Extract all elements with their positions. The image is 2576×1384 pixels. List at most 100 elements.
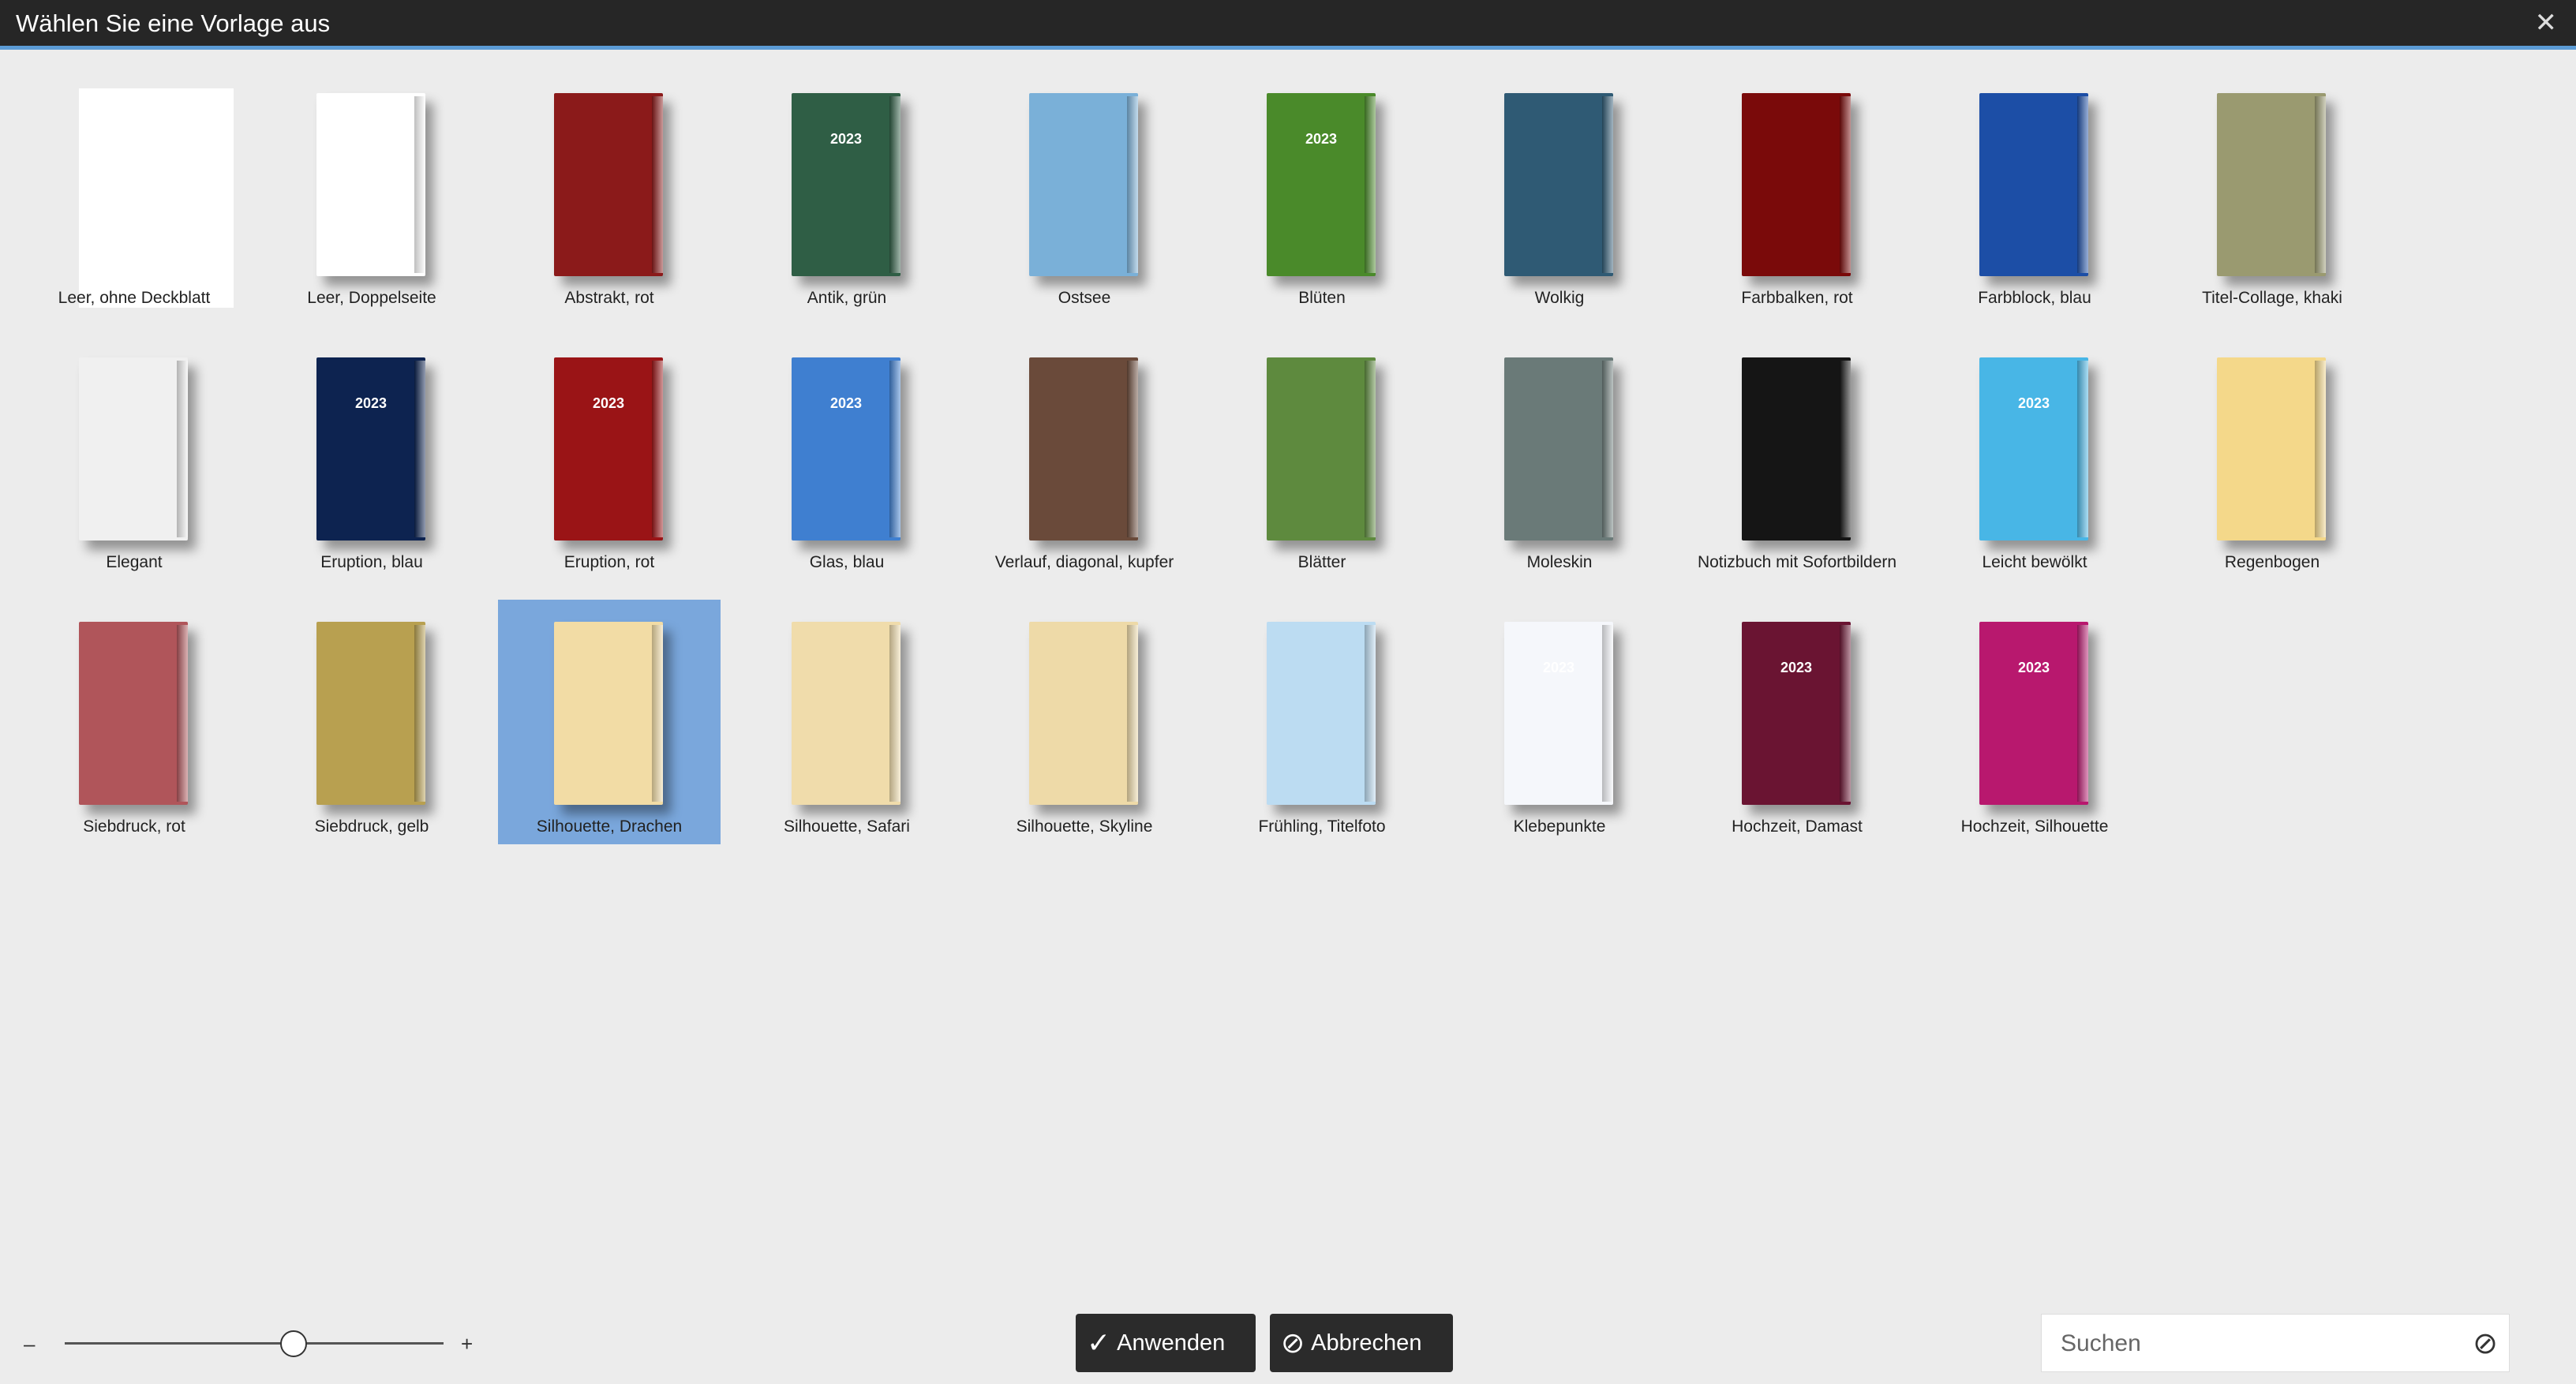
template-cover-image xyxy=(1029,357,1138,541)
template-cover-image xyxy=(1504,93,1613,276)
template-label: Silhouette, Skyline xyxy=(1016,817,1153,836)
template-label: Elegant xyxy=(106,553,163,571)
cover-year-text: 2023 xyxy=(354,395,388,411)
clear-search-icon[interactable]: ⊘ xyxy=(2473,1326,2498,1361)
template-cover-image xyxy=(1504,357,1613,541)
cover-year-text: 2023 xyxy=(1780,660,1813,675)
template-cover-image xyxy=(554,622,663,805)
cover-year-text: 2023 xyxy=(1542,660,1575,675)
template-tile[interactable]: Siebdruck, rot xyxy=(23,600,245,844)
template-tile[interactable]: 2023 Eruption, blau xyxy=(260,335,483,580)
template-tile[interactable]: Silhouette, Skyline xyxy=(973,600,1196,844)
zoom-slider-track[interactable] xyxy=(65,1342,444,1345)
template-cover-image xyxy=(316,622,425,805)
template-cover-image: 2023 xyxy=(1979,357,2088,541)
template-cover-image xyxy=(1029,93,1138,276)
search-input[interactable] xyxy=(2059,1326,2457,1362)
template-tile[interactable]: Silhouette, Drachen xyxy=(498,600,721,844)
template-tile[interactable]: 2023 Glas, blau xyxy=(736,335,958,580)
template-cover-image xyxy=(1742,93,1851,276)
cover-year-text: 2023 xyxy=(1305,131,1338,147)
template-label: Hochzeit, Damast xyxy=(1732,817,1863,836)
template-tile[interactable]: 2023 Blüten xyxy=(1211,71,1433,316)
template-tile[interactable]: Siebdruck, gelb xyxy=(260,600,483,844)
cancel-button[interactable]: ⊘ Abbrechen xyxy=(1270,1314,1453,1372)
apply-button[interactable]: ✓ Anwenden xyxy=(1076,1314,1256,1372)
template-cover-image: 2023 xyxy=(316,357,425,541)
template-tile[interactable]: Leer, Doppelseite xyxy=(260,71,483,316)
cover-year-text: 2023 xyxy=(2017,395,2050,411)
template-cover-image: 2023 xyxy=(792,357,900,541)
template-label: Silhouette, Safari xyxy=(784,817,910,836)
template-label: Titel-Collage, khaki xyxy=(2202,289,2342,307)
zoom-out-button[interactable]: – xyxy=(24,1332,35,1356)
cover-year-text: 2023 xyxy=(592,395,625,411)
apply-label: Anwenden xyxy=(1117,1330,1226,1356)
cancel-label: Abbrechen xyxy=(1311,1330,1422,1356)
template-tile[interactable]: Leer, ohne Deckblatt xyxy=(23,71,245,316)
template-cover-image xyxy=(316,93,425,276)
template-label: Antik, grün xyxy=(807,289,887,307)
template-cover-image: 2023 xyxy=(1504,622,1613,805)
template-label: Notizbuch mit Sofortbildern xyxy=(1697,553,1897,571)
template-label: Siebdruck, rot xyxy=(83,817,185,836)
search-box[interactable]: ⊘ xyxy=(2041,1314,2510,1372)
cancel-icon: ⊘ xyxy=(1281,1326,1305,1359)
template-tile[interactable]: Farbbalken, rot xyxy=(1686,71,1908,316)
template-label: Regenbogen xyxy=(2224,553,2320,571)
template-cover-image xyxy=(792,622,900,805)
template-cover-image: 2023 xyxy=(1267,93,1376,276)
template-cover-image: 2023 xyxy=(554,357,663,541)
template-cover-image xyxy=(79,88,234,308)
template-cover-image xyxy=(79,357,188,541)
template-cover-image: 2023 xyxy=(792,93,900,276)
template-cover-image xyxy=(79,622,188,805)
template-tile[interactable]: Verlauf, diagonal, kupfer xyxy=(973,335,1196,580)
template-cover-image: 2023 xyxy=(1979,622,2088,805)
template-tile[interactable]: 2023 Leicht bewölkt xyxy=(1923,335,2146,580)
template-label: Hochzeit, Silhouette xyxy=(1960,817,2109,836)
template-tile[interactable]: 2023 Eruption, rot xyxy=(498,335,721,580)
template-label: Blätter xyxy=(1297,553,1346,571)
template-cover-image xyxy=(1267,357,1376,541)
template-cover-image: 2023 xyxy=(1742,622,1851,805)
template-cover-image xyxy=(1979,93,2088,276)
template-label: Leicht bewölkt xyxy=(1982,553,2087,571)
template-cover-image xyxy=(1267,622,1376,805)
template-tile[interactable]: Regenbogen xyxy=(2161,335,2383,580)
template-label: Eruption, blau xyxy=(320,553,423,571)
template-label: Leer, Doppelseite xyxy=(307,289,436,307)
template-tile[interactable]: Farbblock, blau xyxy=(1923,71,2146,316)
template-label: Blüten xyxy=(1298,289,1346,307)
template-tile[interactable]: Moleskin xyxy=(1448,335,1671,580)
template-tile[interactable]: Abstrakt, rot xyxy=(498,71,721,316)
template-label: Klebepunkte xyxy=(1513,817,1606,836)
template-label: Frühling, Titelfoto xyxy=(1258,817,1386,836)
template-tile[interactable]: Notizbuch mit Sofortbildern xyxy=(1686,335,1908,580)
template-cover-image xyxy=(2217,357,2326,541)
template-tile[interactable]: Silhouette, Safari xyxy=(736,600,958,844)
template-label: Glas, blau xyxy=(809,553,885,571)
zoom-slider-thumb[interactable] xyxy=(280,1330,307,1357)
cover-year-text: 2023 xyxy=(829,131,863,147)
template-label: Leer, ohne Deckblatt xyxy=(58,289,211,307)
template-tile[interactable]: Titel-Collage, khaki xyxy=(2161,71,2383,316)
template-label: Farbbalken, rot xyxy=(1741,289,1853,307)
template-tile[interactable]: Ostsee xyxy=(973,71,1196,316)
template-tile[interactable]: 2023 Antik, grün xyxy=(736,71,958,316)
template-tile[interactable]: Frühling, Titelfoto xyxy=(1211,600,1433,844)
template-tile[interactable]: Wolkig xyxy=(1448,71,1671,316)
template-tile[interactable]: 2023 Hochzeit, Silhouette xyxy=(1923,600,2146,844)
template-label: Verlauf, diagonal, kupfer xyxy=(994,553,1174,571)
template-label: Siebdruck, gelb xyxy=(314,817,429,836)
template-label: Farbblock, blau xyxy=(1978,289,2091,307)
template-tile[interactable]: 2023 Hochzeit, Damast xyxy=(1686,600,1908,844)
template-label: Eruption, rot xyxy=(564,553,655,571)
template-label: Moleskin xyxy=(1526,553,1593,571)
template-tile[interactable]: Blätter xyxy=(1211,335,1433,580)
template-tile[interactable]: Elegant xyxy=(23,335,245,580)
check-icon: ✓ xyxy=(1087,1326,1111,1359)
template-tile[interactable]: 2023 Klebepunkte xyxy=(1448,600,1671,844)
template-cover-image xyxy=(1742,357,1851,541)
zoom-in-button[interactable]: + xyxy=(461,1332,473,1356)
